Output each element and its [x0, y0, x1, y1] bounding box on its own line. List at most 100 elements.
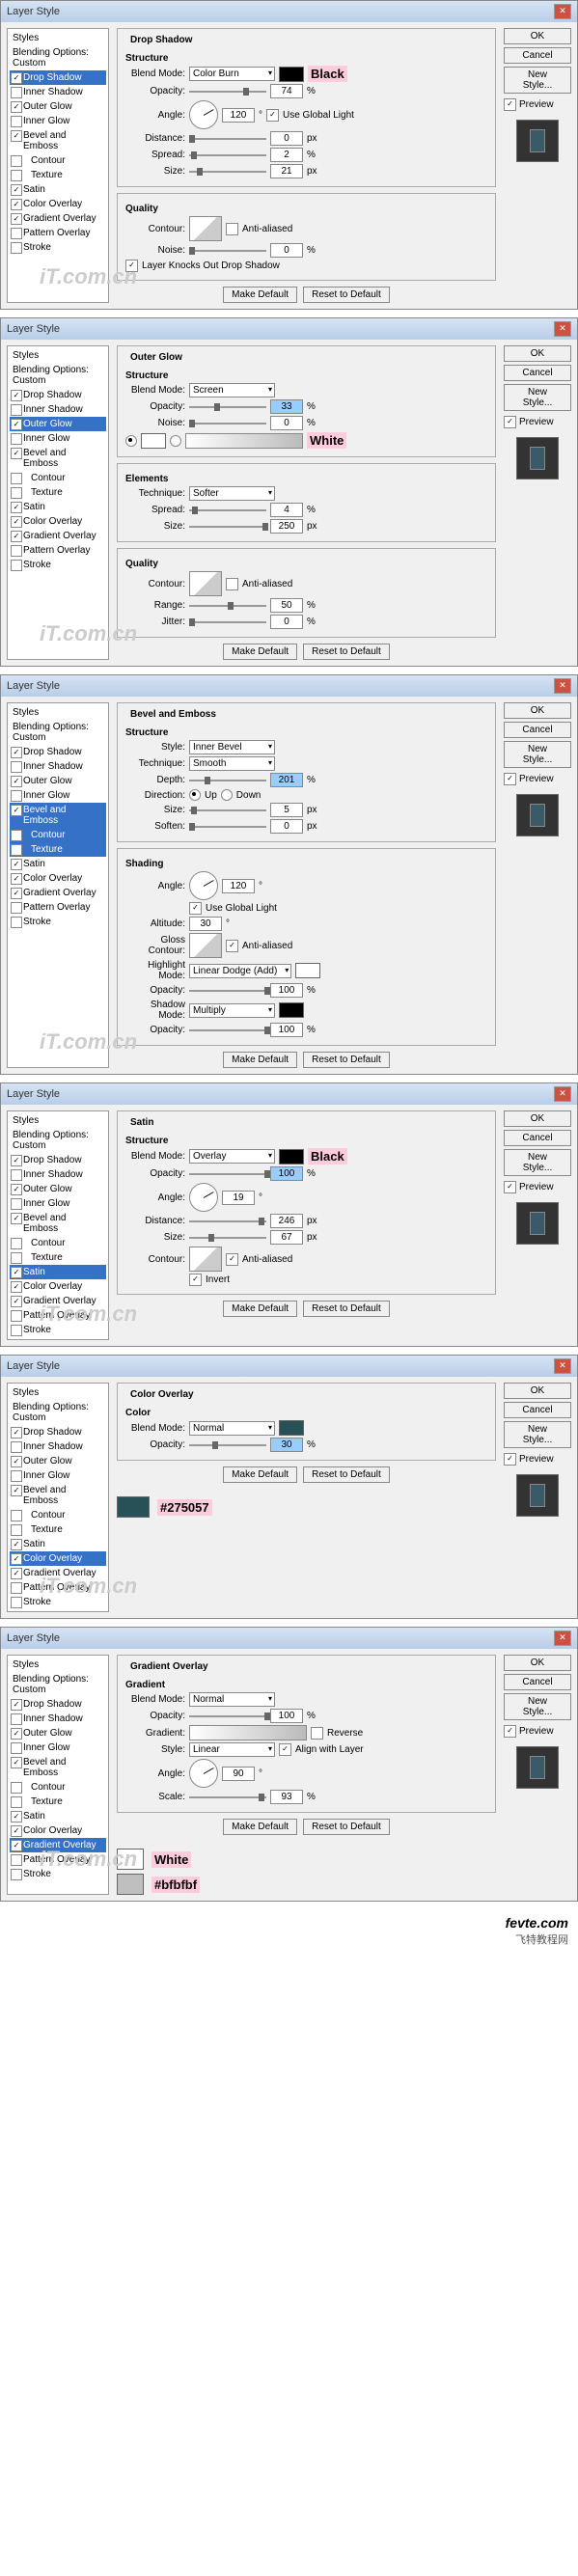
side-satin[interactable]: ✓Satin: [10, 1265, 106, 1279]
depth-slider[interactable]: [189, 775, 266, 786]
side-innerglow[interactable]: Inner Glow: [10, 114, 106, 128]
spread-slider[interactable]: [189, 505, 266, 516]
side-satin[interactable]: ✓Satin: [10, 1537, 106, 1551]
opacity-slider[interactable]: [189, 1439, 266, 1451]
spread-slider[interactable]: [189, 150, 266, 161]
side-contour[interactable]: Contour: [10, 828, 106, 842]
side-bevel[interactable]: ✓Bevel and Emboss: [10, 446, 106, 471]
ok-button[interactable]: OK: [504, 28, 571, 44]
side-patternoverlay[interactable]: Pattern Overlay: [10, 900, 106, 915]
side-coloroverlay[interactable]: ✓Color Overlay: [10, 197, 106, 211]
distance-slider[interactable]: [189, 133, 266, 145]
newstyle-button[interactable]: New Style...: [504, 384, 571, 411]
side-satin[interactable]: ✓Satin: [10, 182, 106, 197]
color-swatch[interactable]: [279, 1149, 304, 1165]
reset-default-button[interactable]: Reset to Default: [303, 1052, 390, 1068]
range-slider[interactable]: [189, 600, 266, 612]
ok-button[interactable]: OK: [504, 1655, 571, 1671]
sh-color[interactable]: [279, 1002, 304, 1018]
side-contour[interactable]: Contour: [10, 153, 106, 168]
noise-value[interactable]: 0: [270, 243, 303, 258]
size-slider[interactable]: [189, 521, 266, 533]
side-bevel[interactable]: ✓Bevel and Emboss: [10, 803, 106, 828]
glow-gradient[interactable]: [185, 433, 303, 449]
side-patternoverlay[interactable]: Pattern Overlay: [10, 226, 106, 240]
newstyle-button[interactable]: New Style...: [504, 67, 571, 94]
side-stroke[interactable]: Stroke: [10, 1595, 106, 1609]
side-texture[interactable]: Texture: [10, 1250, 106, 1265]
newstyle-button[interactable]: New Style...: [504, 741, 571, 768]
side-innerglow[interactable]: Inner Glow: [10, 1740, 106, 1755]
aa-check[interactable]: [226, 223, 238, 235]
side-stroke[interactable]: Stroke: [10, 1867, 106, 1881]
close-icon[interactable]: ✕: [554, 1358, 571, 1374]
reverse-check[interactable]: [311, 1727, 323, 1740]
ok-button[interactable]: OK: [504, 345, 571, 362]
blending-options[interactable]: Blending Options: Custom: [10, 45, 106, 70]
glow-color[interactable]: [141, 433, 166, 449]
opacity-slider[interactable]: [189, 1168, 266, 1180]
angle-dial[interactable]: [189, 871, 218, 900]
side-patternoverlay[interactable]: Pattern Overlay: [10, 543, 106, 558]
noise-slider[interactable]: [189, 245, 266, 257]
spread-value[interactable]: 2: [270, 148, 303, 162]
side-texture[interactable]: Texture: [10, 485, 106, 500]
make-default-button[interactable]: Make Default: [223, 1052, 297, 1068]
close-icon[interactable]: ✕: [554, 321, 571, 337]
color-swatch[interactable]: [279, 1420, 304, 1436]
side-gradientoverlay[interactable]: ✓Gradient Overlay: [10, 1566, 106, 1580]
side-patternoverlay[interactable]: Pattern Overlay: [10, 1852, 106, 1867]
side-outerglow[interactable]: ✓Outer Glow: [10, 774, 106, 788]
ok-button[interactable]: OK: [504, 1110, 571, 1127]
preview-check[interactable]: ✓: [504, 98, 516, 111]
side-bevel[interactable]: ✓Bevel and Emboss: [10, 1755, 106, 1780]
side-coloroverlay[interactable]: ✓Color Overlay: [10, 514, 106, 529]
contour-picker[interactable]: [189, 571, 222, 596]
gloss-contour[interactable]: [189, 933, 222, 958]
aa-check[interactable]: ✓: [226, 940, 238, 952]
side-dropshadow[interactable]: ✓Drop Shadow: [10, 70, 106, 85]
technique-select[interactable]: Smooth: [189, 756, 275, 771]
side-innershadow[interactable]: Inner Shadow: [10, 1167, 106, 1182]
side-stroke[interactable]: Stroke: [10, 558, 106, 572]
side-gradientoverlay[interactable]: ✓Gradient Overlay: [10, 886, 106, 900]
side-dropshadow[interactable]: ✓Drop Shadow: [10, 1697, 106, 1712]
side-stroke[interactable]: Stroke: [10, 1323, 106, 1337]
blendmode-select[interactable]: Color Burn: [189, 67, 275, 81]
side-outerglow[interactable]: ✓Outer Glow: [10, 1454, 106, 1468]
close-icon[interactable]: ✕: [554, 678, 571, 694]
side-coloroverlay[interactable]: ✓Color Overlay: [10, 1279, 106, 1294]
cancel-button[interactable]: Cancel: [504, 1130, 571, 1146]
reset-default-button[interactable]: Reset to Default: [303, 287, 390, 303]
distance-slider[interactable]: [189, 1216, 266, 1227]
make-default-button[interactable]: Make Default: [223, 1301, 297, 1317]
side-outerglow[interactable]: ✓Outer Glow: [10, 99, 106, 114]
side-outerglow[interactable]: ✓Outer Glow: [10, 1182, 106, 1196]
side-outerglow[interactable]: ✓Outer Glow: [10, 1726, 106, 1740]
side-satin[interactable]: ✓Satin: [10, 500, 106, 514]
side-dropshadow[interactable]: ✓Drop Shadow: [10, 1153, 106, 1167]
angle-dial[interactable]: [189, 1759, 218, 1788]
side-innerglow[interactable]: Inner Glow: [10, 1468, 106, 1483]
side-innerglow[interactable]: Inner Glow: [10, 1196, 106, 1211]
side-contour[interactable]: Contour: [10, 1780, 106, 1795]
newstyle-button[interactable]: New Style...: [504, 1149, 571, 1176]
side-gradientoverlay[interactable]: ✓Gradient Overlay: [10, 529, 106, 543]
cancel-button[interactable]: Cancel: [504, 1402, 571, 1418]
side-contour[interactable]: Contour: [10, 471, 106, 485]
newstyle-button[interactable]: New Style...: [504, 1693, 571, 1720]
angle-dial[interactable]: [189, 1183, 218, 1212]
side-outerglow[interactable]: ✓Outer Glow: [10, 417, 106, 431]
opacity-slider[interactable]: [189, 1711, 266, 1722]
noise-slider[interactable]: [189, 418, 266, 429]
side-dropshadow[interactable]: ✓Drop Shadow: [10, 1425, 106, 1439]
align-check[interactable]: ✓: [279, 1743, 291, 1756]
close-icon[interactable]: ✕: [554, 1086, 571, 1102]
gradient-picker[interactable]: [189, 1725, 307, 1740]
side-innershadow[interactable]: Inner Shadow: [10, 1712, 106, 1726]
color-radio[interactable]: [125, 435, 137, 447]
angle-dial[interactable]: [189, 100, 218, 129]
knockout-check[interactable]: ✓: [125, 260, 138, 272]
reset-default-button[interactable]: Reset to Default: [303, 1819, 390, 1835]
hl-opacity-slider[interactable]: [189, 985, 266, 997]
